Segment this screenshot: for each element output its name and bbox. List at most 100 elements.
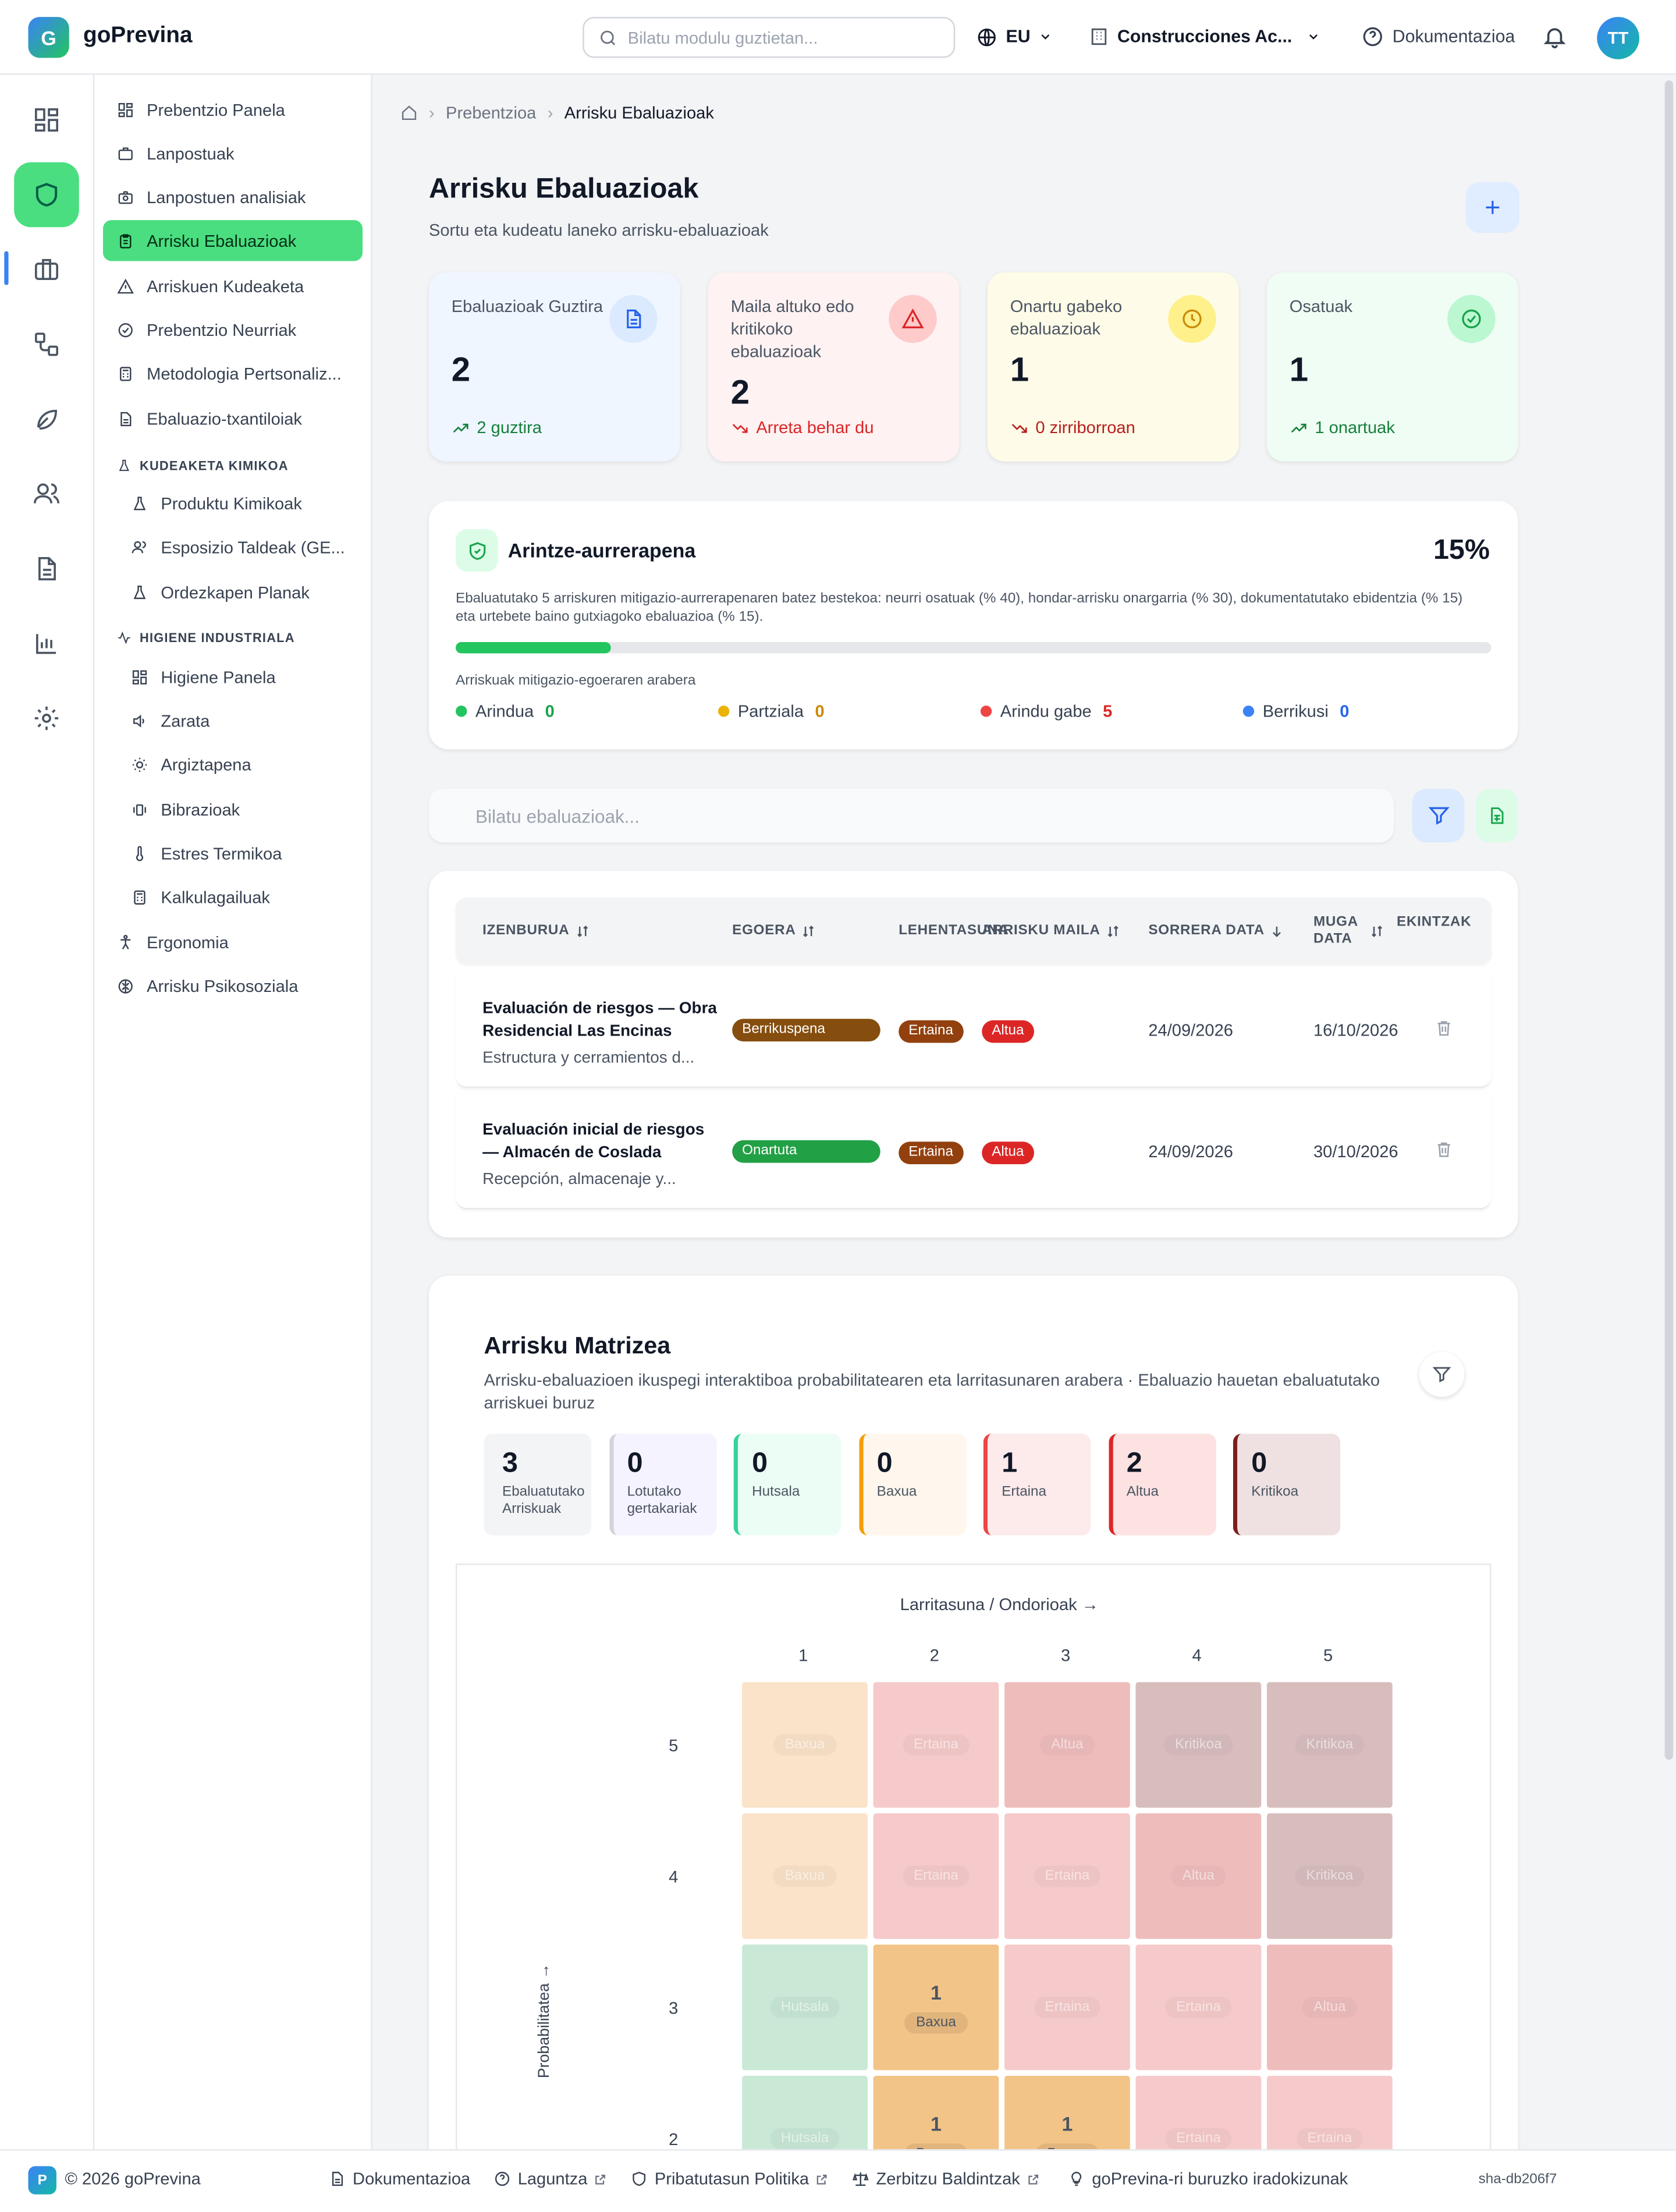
sidebar-item-vibrations[interactable]: Bibrazioak — [103, 789, 363, 830]
stat-footer: 2 guztira — [452, 418, 542, 438]
column-header-title[interactable]: IZENBURUA — [482, 923, 589, 940]
sidebar-item-noise[interactable]: Zarata — [103, 700, 363, 740]
briefcase-icon[interactable] — [14, 237, 79, 302]
matrix-cell[interactable]: Kritikoa — [1266, 1813, 1393, 1939]
dashboard-icon[interactable] — [14, 87, 79, 153]
add-assessment-button[interactable] — [1465, 182, 1519, 233]
stat-footer-text: 2 guztira — [477, 417, 542, 438]
header-label: MUGA DATA — [1313, 914, 1358, 947]
sidebar-item-label: Higiene Panela — [161, 667, 276, 687]
stat-card-high-critical[interactable]: Maila altuko edo kritikoko ebaluazioak 2… — [708, 272, 960, 462]
footer-link-terms[interactable]: Zerbitzu Baldintzak — [852, 2169, 1040, 2189]
matrix-cell[interactable]: Kritikoa — [1266, 1682, 1393, 1808]
table-row[interactable]: Evaluación inicial de riesgos — Almacén … — [456, 1094, 1492, 1210]
footer-link-suggestions[interactable]: goPrevina-ri buruzko iradokizunak — [1068, 2169, 1348, 2189]
sidebar-item-prevention-measures[interactable]: Prebentzio Neurriak — [103, 309, 363, 350]
sidebar-item-lighting[interactable]: Argiztapena — [103, 744, 363, 785]
matrix-cell[interactable]: Hutsala — [742, 2076, 868, 2150]
breadcrumb-parent[interactable]: Prebentzioa — [446, 103, 536, 123]
matrix-cell[interactable]: Baxua — [742, 1682, 868, 1808]
legend-value: 0 — [1340, 701, 1350, 721]
sidebar-item-calculators[interactable]: Kalkulagailuak — [103, 876, 363, 917]
matrix-cell[interactable]: Altua — [1004, 1682, 1130, 1808]
stat-card-completed[interactable]: Osatuak 1 1 onartuak — [1266, 272, 1518, 462]
matrix-stat-box[interactable]: 2 Altua — [1108, 1434, 1216, 1536]
assessment-search-input[interactable]: Bilatu ebaluazioak... — [428, 789, 1394, 843]
matrix-cell[interactable]: 1 Baxua — [873, 2076, 999, 2150]
scrollbar[interactable] — [1661, 75, 1676, 2150]
sidebar-item-thermal-stress[interactable]: Estres Termikoa — [103, 832, 363, 873]
matrix-cell[interactable]: Altua — [1135, 1813, 1262, 1939]
users-icon[interactable] — [14, 462, 79, 527]
matrix-cell[interactable]: Ertaina — [1004, 1944, 1130, 2071]
risk-matrix-card: Arrisku Matrizea Arrisku-ebaluazioen iku… — [428, 1275, 1518, 2150]
matrix-cell[interactable]: Hutsala — [742, 1944, 868, 2071]
company-selector[interactable]: Construcciones Ac... — [1089, 21, 1321, 52]
column-header-created[interactable]: SORRERA DATA — [1148, 923, 1284, 940]
column-header-due[interactable]: MUGA DATA — [1313, 914, 1384, 948]
matrix-cell[interactable]: Ertaina — [1004, 1813, 1130, 1939]
matrix-filter-button[interactable] — [1419, 1352, 1465, 1397]
sidebar-item-prevention-panel[interactable]: Prebentzio Panela — [103, 89, 363, 130]
sidebar-item-hygiene-panel[interactable]: Higiene Panela — [103, 656, 363, 697]
language-selector[interactable]: EU — [977, 21, 1053, 52]
bell-icon[interactable] — [1542, 24, 1568, 49]
export-button[interactable] — [1475, 789, 1518, 843]
assessment-title[interactable]: Evaluación inicial de riesgos — Almacén … — [482, 1119, 719, 1164]
sidebar-item-ergonomics[interactable]: Ergonomia — [103, 921, 363, 962]
matrix-stat-box[interactable]: 0 Kritikoa — [1233, 1434, 1341, 1536]
trash-icon[interactable] — [1434, 1019, 1453, 1037]
column-header-risk-level[interactable]: ARRISKU MAILA — [982, 923, 1120, 940]
stat-card-unapproved[interactable]: Onartu gabeko ebaluazioak 1 0 zirriborro… — [987, 272, 1239, 462]
sidebar-item-risk-management[interactable]: Arriskuen Kudeaketa — [103, 265, 363, 306]
matrix-stat-box[interactable]: 0 Baxua — [858, 1434, 966, 1536]
footer-link-docs[interactable]: Dokumentazioa — [329, 2169, 470, 2189]
settings-icon[interactable] — [14, 686, 79, 751]
footer-link-privacy[interactable]: Pribatutasun Politika — [631, 2169, 829, 2189]
document-icon[interactable] — [14, 536, 79, 601]
matrix-cell[interactable]: Ertaina — [1135, 2076, 1262, 2150]
sidebar-item-job-analyses[interactable]: Lanpostuen analisiak — [103, 176, 363, 217]
sidebar-item-chemical-products[interactable]: Produktu Kimikoak — [103, 483, 363, 523]
stat-card-total[interactable]: Ebaluazioak Guztira 2 2 guztira — [428, 272, 680, 462]
docs-link[interactable]: Dokumentazioa — [1361, 21, 1515, 52]
assessment-title[interactable]: Evaluación de riesgos — Obra Residencial… — [482, 998, 719, 1043]
global-search-input[interactable]: Bilatu modulu guztietan... — [583, 17, 956, 58]
matrix-cell[interactable]: Ertaina — [1266, 2076, 1393, 2150]
matrix-cell-count: 1 — [931, 2112, 942, 2135]
shield-icon[interactable] — [14, 162, 79, 228]
priority-badge: Ertaina — [899, 1142, 963, 1164]
matrix-stat-box[interactable]: 3 Ebaluatutako Arriskuak — [484, 1434, 591, 1536]
app-logo[interactable]: G — [28, 17, 69, 58]
filter-button[interactable] — [1412, 789, 1465, 843]
scrollbar-thumb[interactable] — [1664, 80, 1674, 1760]
column-header-status[interactable]: EGOERA — [732, 923, 815, 940]
matrix-cell[interactable]: Baxua — [742, 1813, 868, 1939]
sidebar-item-jobs[interactable]: Lanpostuak — [103, 133, 363, 173]
workflow-icon[interactable] — [14, 312, 79, 377]
table-row[interactable]: Evaluación de riesgos — Obra Residencial… — [456, 972, 1492, 1089]
matrix-cell[interactable]: Ertaina — [873, 1813, 999, 1939]
matrix-cell[interactable]: 1 Baxua — [1004, 2076, 1130, 2150]
trash-icon[interactable] — [1434, 1140, 1453, 1159]
sidebar-item-substitution-plans[interactable]: Ordezkapen Planak — [103, 572, 363, 612]
avatar[interactable]: TT — [1597, 17, 1639, 59]
matrix-cell[interactable]: Ertaina — [1135, 1944, 1262, 2071]
matrix-cell[interactable]: Kritikoa — [1135, 1682, 1262, 1808]
matrix-stat-box[interactable]: 1 Ertaina — [983, 1434, 1091, 1536]
leaf-icon[interactable] — [14, 387, 79, 452]
sidebar-item-exposure-groups[interactable]: Esposizio Taldeak (GE... — [103, 526, 363, 567]
sidebar-item-psychosocial[interactable]: Arrisku Psikosoziala — [103, 965, 363, 1006]
app-name[interactable]: goPrevina — [83, 24, 193, 49]
matrix-stat-box[interactable]: 0 Lotutako gertakariak — [609, 1434, 716, 1536]
sidebar-item-risk-assessments[interactable]: Arrisku Ebaluazioak — [102, 220, 363, 261]
sidebar-item-custom-methodology[interactable]: Metodologia Pertsonaliz... — [103, 353, 363, 394]
home-icon[interactable] — [400, 104, 417, 121]
footer-link-help[interactable]: Laguntza — [493, 2169, 607, 2189]
bar-chart-icon[interactable] — [14, 611, 79, 676]
matrix-stat-box[interactable]: 0 Hutsala — [733, 1434, 841, 1536]
matrix-cell[interactable]: Ertaina — [873, 1682, 999, 1808]
matrix-cell[interactable]: 1 Baxua — [873, 1944, 999, 2071]
sidebar-item-templates[interactable]: Ebaluazio-txantiloiak — [103, 398, 363, 439]
matrix-cell[interactable]: Altua — [1266, 1944, 1393, 2071]
